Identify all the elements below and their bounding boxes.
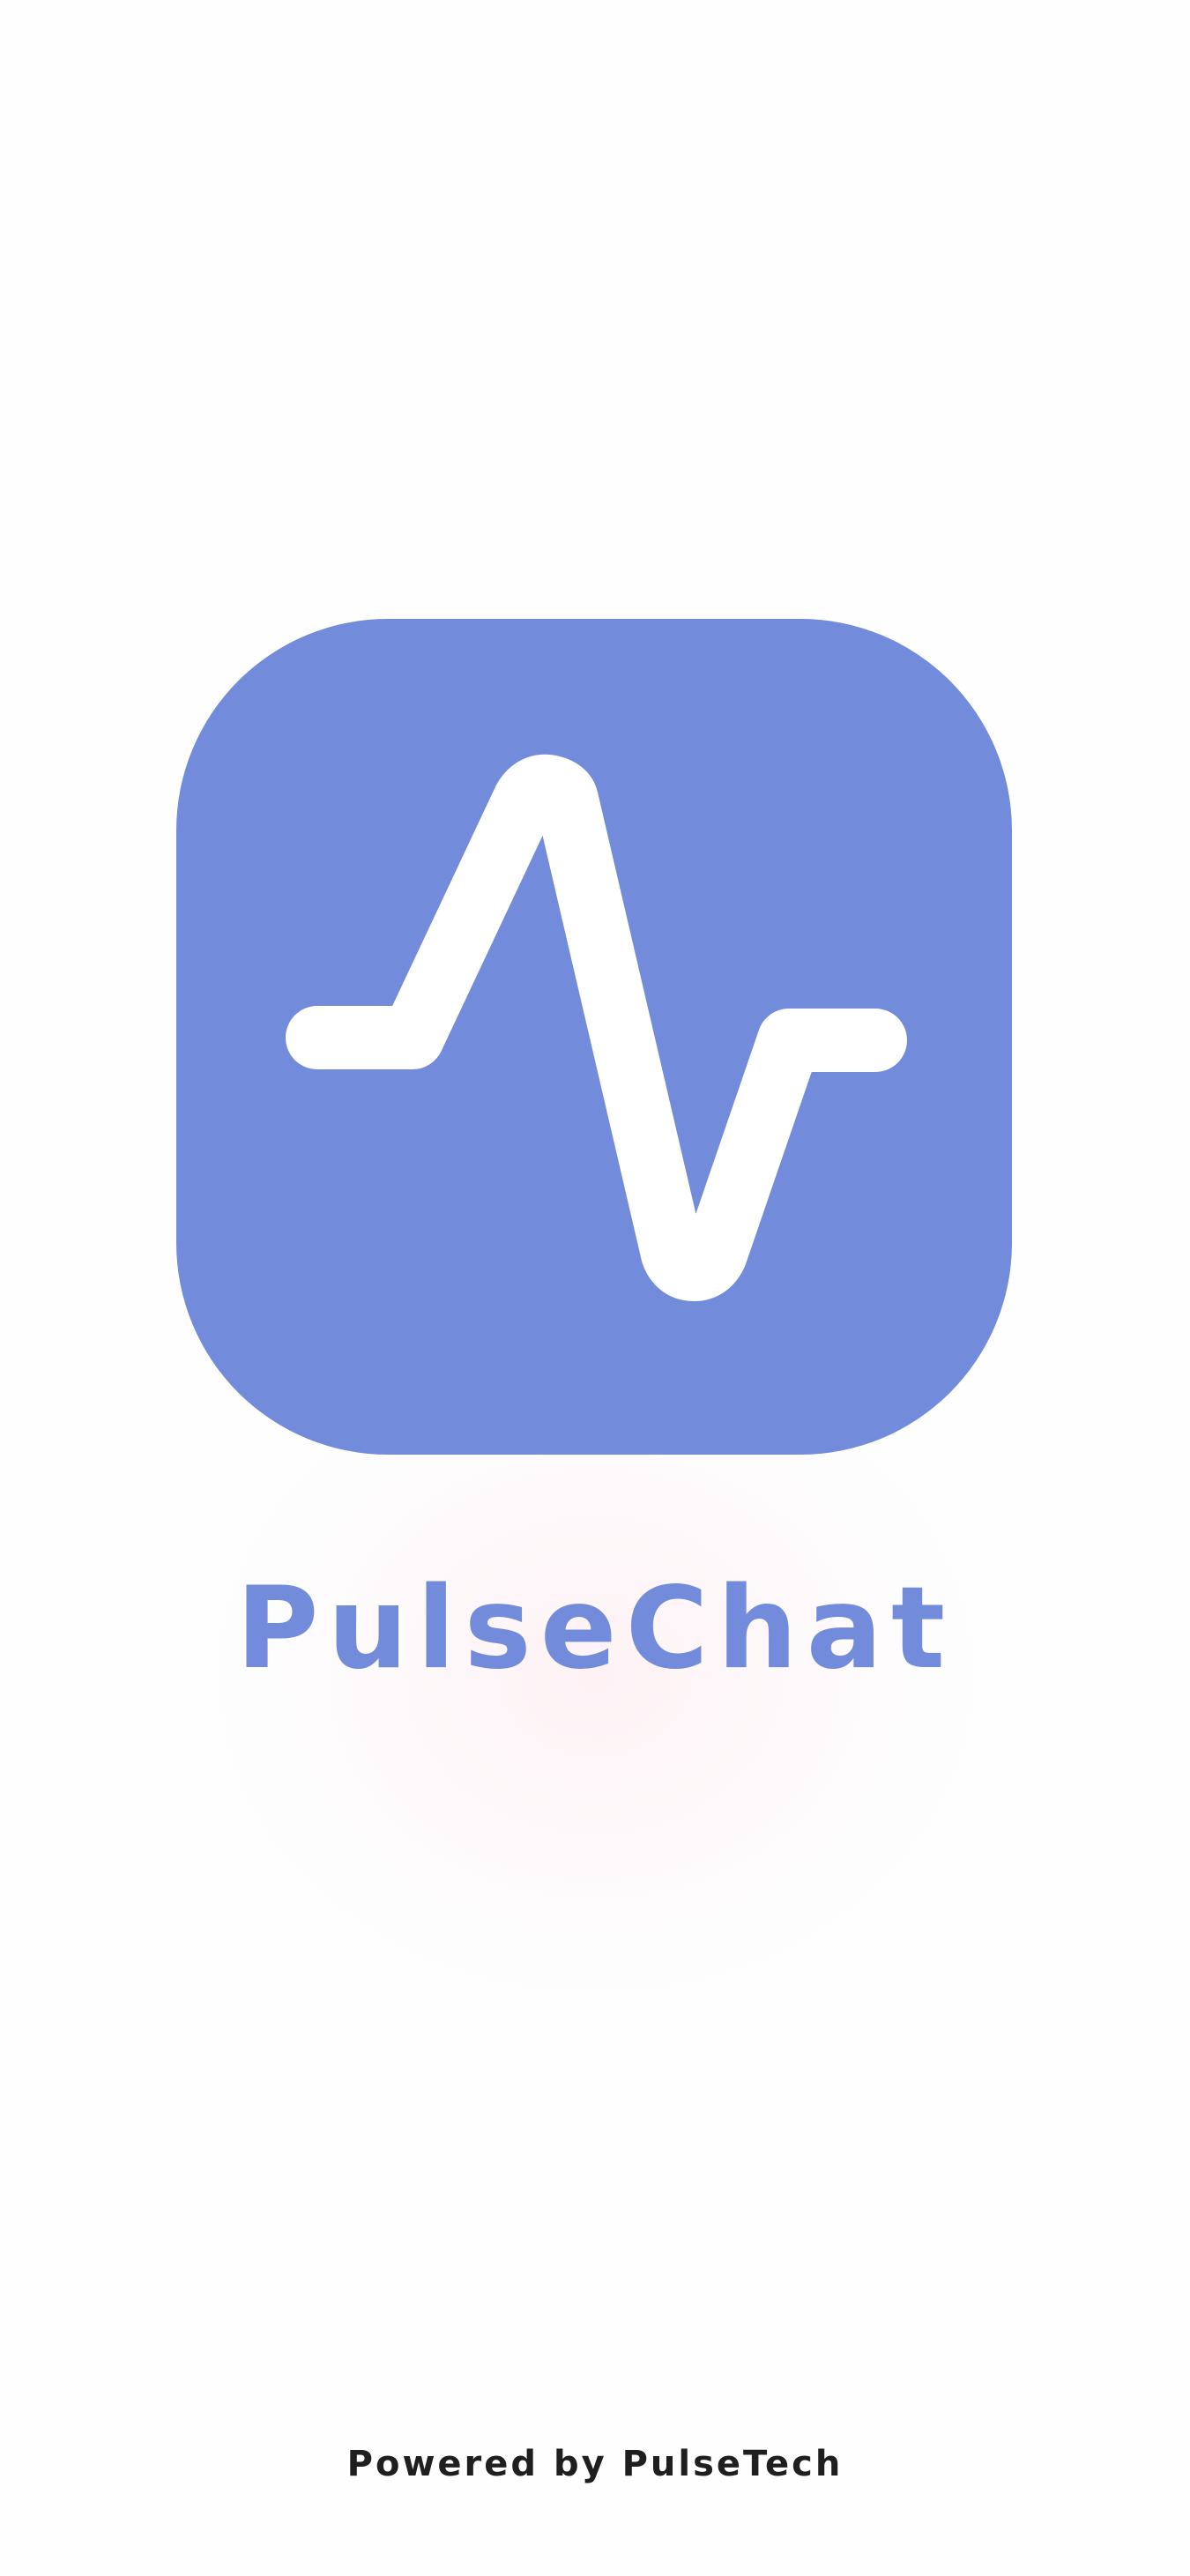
pulse-waveform-icon [286, 754, 907, 1301]
splash-screen: PulseChat Powered by PulseTech [0, 0, 1190, 2576]
powered-by-text: Powered by PulseTech [346, 2444, 844, 2484]
app-logo [176, 619, 1012, 1455]
app-name: PulseChat [235, 1563, 955, 1694]
